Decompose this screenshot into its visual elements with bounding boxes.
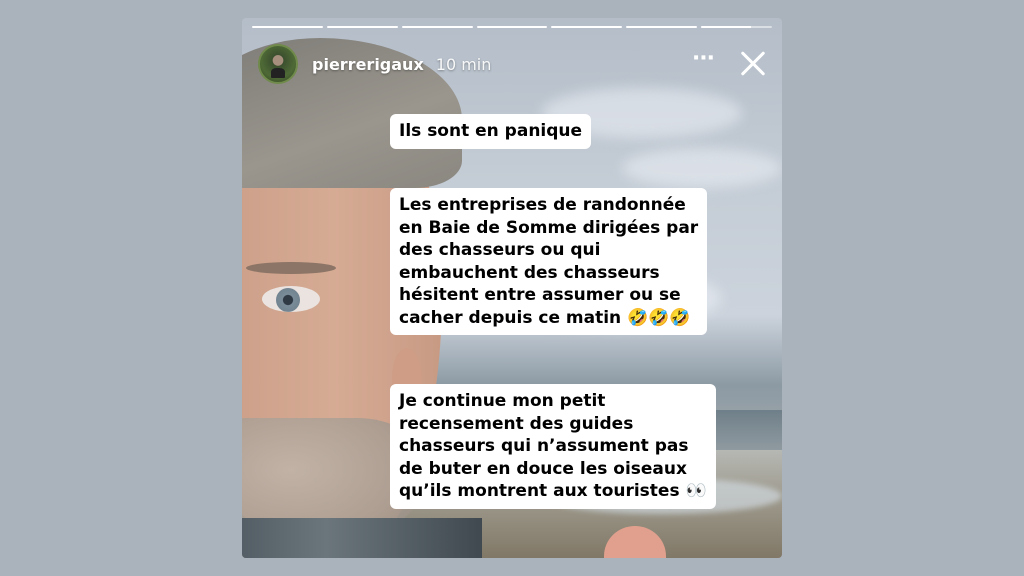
scarf	[242, 518, 482, 558]
progress-segment	[252, 26, 323, 28]
caption-line: des chasseurs ou qui	[399, 240, 601, 260]
story-viewer[interactable]: pierrerigaux 10 min ⋯ Ils sont en paniqu…	[242, 18, 782, 558]
progress-segment	[701, 26, 773, 28]
caption-line: Les entreprises de randonnée	[399, 195, 686, 215]
story-header: pierrerigaux 10 min ⋯	[258, 42, 770, 86]
avatar[interactable]	[258, 44, 298, 84]
caption-line: en Baie de Somme dirigées par	[399, 217, 699, 238]
progress-segment	[326, 26, 398, 28]
caption-line: Je continue mon petit	[399, 391, 606, 411]
progress-segment-fill	[551, 26, 623, 28]
caption-text: Ils sont en panique	[390, 114, 592, 149]
progress-segment-fill	[701, 26, 751, 28]
story-progress-bar	[252, 26, 773, 28]
progress-segment-fill	[252, 26, 323, 28]
more-options-icon[interactable]: ⋯	[684, 48, 724, 70]
progress-segment	[626, 26, 698, 28]
post-time: 10 min	[435, 54, 492, 74]
caption-line: qu’ils montrent aux touristes 👀	[399, 481, 707, 501]
username[interactable]: pierrerigaux	[312, 55, 424, 74]
caption-line: embauchent des chasseurs	[399, 262, 660, 283]
caption-line: recensement des guides	[399, 413, 634, 434]
progress-segment-fill	[326, 26, 398, 28]
close-icon[interactable]	[734, 46, 770, 82]
caption-line: de buter en douce les oiseaux	[399, 458, 687, 479]
progress-segment	[476, 26, 548, 28]
eyebrow	[246, 262, 336, 274]
progress-segment	[551, 26, 623, 28]
progress-segment-fill	[401, 26, 473, 28]
progress-segment	[401, 26, 473, 28]
caption-line: cacher depuis ce matin 🤣🤣🤣	[399, 307, 691, 328]
caption-line: chasseurs qui n’assument pas	[399, 436, 689, 456]
caption-line: hésitent entre assumer ou se	[399, 285, 681, 305]
caption-text: Je continue mon petit recensement des gui…	[390, 384, 716, 509]
cloud	[622, 148, 782, 188]
eye	[262, 286, 320, 312]
caption-text: Les entreprises de randonnée en Baie de S…	[390, 188, 708, 335]
progress-segment-fill	[626, 26, 698, 28]
progress-segment-fill	[476, 26, 548, 28]
caption-line: Ils sont en panique	[399, 121, 583, 141]
